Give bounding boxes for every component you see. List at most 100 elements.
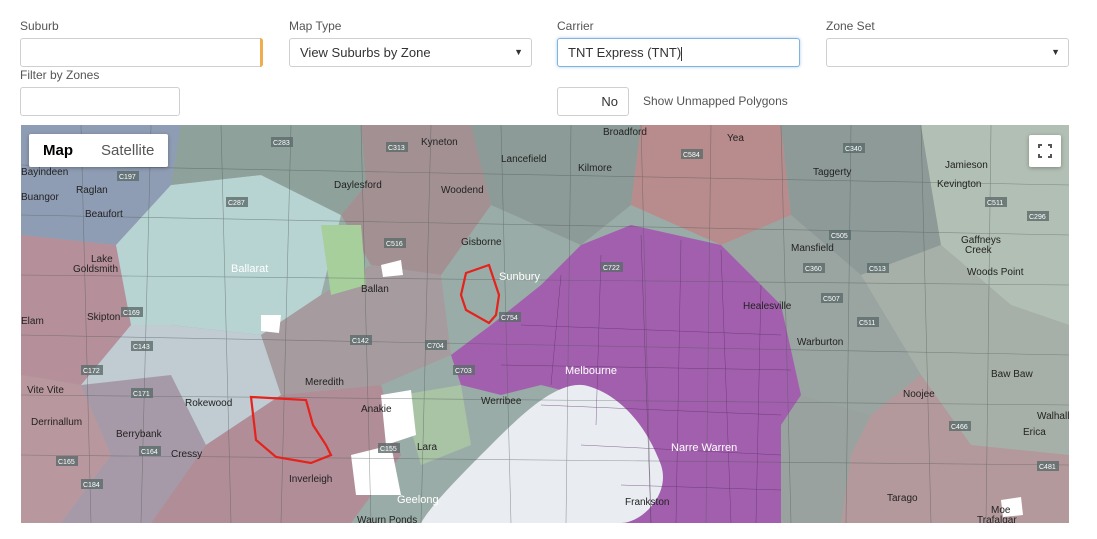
svg-text:Walhalla: Walhalla: [1037, 411, 1069, 422]
svg-text:Woods Point: Woods Point: [967, 267, 1024, 278]
svg-text:Derrinallum: Derrinallum: [31, 417, 82, 428]
svg-text:Buangor: Buangor: [21, 192, 59, 203]
svg-text:Gisborne: Gisborne: [461, 237, 502, 248]
svg-text:C360: C360: [805, 266, 822, 273]
svg-text:Tarago: Tarago: [887, 493, 918, 504]
zone-set-select[interactable]: ▼: [826, 38, 1069, 67]
unmapped-area: [261, 315, 281, 333]
svg-text:Moe: Moe: [991, 505, 1011, 516]
svg-text:Taggerty: Taggerty: [813, 167, 851, 178]
svg-text:Raglan: Raglan: [76, 185, 108, 196]
svg-text:Goldsmith: Goldsmith: [73, 264, 118, 275]
carrier-input[interactable]: TNT Express (TNT): [557, 38, 800, 67]
svg-text:Ballarat: Ballarat: [231, 263, 268, 275]
svg-text:C287: C287: [228, 200, 245, 207]
zone-map[interactable]: C283 C313 C584 C340 C287 C197 C516 C505 …: [21, 125, 1069, 523]
svg-text:Inverleigh: Inverleigh: [289, 474, 332, 485]
svg-text:C164: C164: [141, 449, 158, 456]
svg-text:Werribee: Werribee: [481, 396, 522, 407]
chevron-down-icon: ▼: [514, 47, 523, 57]
svg-text:C169: C169: [123, 310, 140, 317]
svg-text:Daylesford: Daylesford: [334, 180, 382, 191]
svg-text:Baw Baw: Baw Baw: [991, 369, 1033, 380]
unmapped-label: Show Unmapped Polygons: [643, 94, 788, 108]
svg-text:C754: C754: [501, 315, 518, 322]
svg-text:Narre Warren: Narre Warren: [671, 442, 737, 454]
svg-text:C505: C505: [831, 233, 848, 240]
svg-text:C296: C296: [1029, 214, 1046, 221]
svg-text:Melbourne: Melbourne: [565, 365, 617, 377]
svg-text:Skipton: Skipton: [87, 312, 120, 323]
svg-text:Jamieson: Jamieson: [945, 160, 988, 171]
map-button[interactable]: Map: [29, 134, 87, 167]
filter-zones-label: Filter by Zones: [20, 68, 100, 82]
carrier-value: TNT Express (TNT): [568, 45, 682, 60]
map-type-value: View Suburbs by Zone: [300, 45, 431, 60]
svg-text:C511: C511: [859, 320, 875, 327]
svg-text:C283: C283: [273, 140, 290, 147]
svg-text:C481: C481: [1039, 464, 1056, 471]
svg-text:C722: C722: [603, 265, 620, 272]
svg-text:C704: C704: [427, 343, 444, 350]
filter-zones-input[interactable]: [20, 87, 180, 116]
svg-text:C171: C171: [133, 391, 150, 398]
svg-text:C155: C155: [380, 446, 397, 453]
svg-text:Erica: Erica: [1023, 427, 1046, 438]
text-cursor: [681, 46, 683, 61]
svg-text:Yea: Yea: [727, 133, 744, 144]
svg-text:C184: C184: [83, 482, 100, 489]
svg-text:Kilmore: Kilmore: [578, 163, 612, 174]
svg-text:Waurn Ponds: Waurn Ponds: [357, 515, 417, 523]
fullscreen-button[interactable]: [1029, 135, 1061, 167]
svg-text:C507: C507: [823, 296, 840, 303]
svg-text:C340: C340: [845, 146, 862, 153]
svg-text:C584: C584: [683, 152, 700, 159]
svg-text:Lancefield: Lancefield: [501, 154, 547, 165]
svg-text:Kevington: Kevington: [937, 179, 981, 190]
svg-text:Rokewood: Rokewood: [185, 398, 232, 409]
map-type-toggle[interactable]: Map Satellite: [29, 134, 169, 167]
satellite-button[interactable]: Satellite: [87, 134, 168, 167]
svg-text:Geelong: Geelong: [397, 494, 439, 506]
svg-text:C703: C703: [455, 368, 472, 375]
svg-text:Elam: Elam: [21, 316, 44, 327]
svg-text:Beaufort: Beaufort: [85, 209, 123, 220]
unmapped-toggle[interactable]: No: [557, 87, 629, 116]
map-type-select[interactable]: View Suburbs by Zone ▼: [289, 38, 532, 67]
svg-text:C143: C143: [133, 344, 150, 351]
svg-text:Healesville: Healesville: [743, 301, 792, 312]
chevron-down-icon: ▼: [1051, 47, 1060, 57]
svg-text:Noojee: Noojee: [903, 389, 935, 400]
svg-text:C172: C172: [83, 368, 100, 375]
svg-text:Creek: Creek: [965, 245, 993, 256]
fullscreen-icon: [1038, 144, 1052, 158]
svg-text:Kyneton: Kyneton: [421, 137, 458, 148]
svg-text:Warburton: Warburton: [797, 337, 843, 348]
svg-text:Anakie: Anakie: [361, 404, 392, 415]
svg-text:Meredith: Meredith: [305, 377, 344, 388]
suburb-input[interactable]: [20, 38, 263, 67]
svg-text:Trafalgar: Trafalgar: [977, 515, 1017, 523]
svg-text:C313: C313: [388, 145, 405, 152]
unmapped-toggle-value: No: [601, 94, 618, 109]
svg-text:C466: C466: [951, 424, 968, 431]
svg-text:Woodend: Woodend: [441, 185, 484, 196]
carrier-label: Carrier: [557, 19, 594, 33]
svg-text:Lara: Lara: [417, 442, 437, 453]
svg-text:Cressy: Cressy: [171, 449, 202, 460]
map-type-label: Map Type: [289, 19, 342, 33]
input-accent: [260, 38, 263, 67]
svg-text:Broadford: Broadford: [603, 127, 647, 138]
suburb-label: Suburb: [20, 19, 59, 33]
svg-text:Bayindeen: Bayindeen: [21, 167, 68, 178]
svg-text:C513: C513: [869, 266, 886, 273]
svg-text:Berrybank: Berrybank: [116, 429, 163, 440]
map-canvas[interactable]: C283 C313 C584 C340 C287 C197 C516 C505 …: [21, 125, 1069, 523]
svg-text:C197: C197: [119, 174, 136, 181]
svg-text:Mansfield: Mansfield: [791, 243, 834, 254]
svg-text:C516: C516: [386, 241, 403, 248]
zone-set-label: Zone Set: [826, 19, 875, 33]
svg-text:Ballan: Ballan: [361, 284, 389, 295]
svg-text:C165: C165: [58, 459, 75, 466]
svg-text:C142: C142: [352, 338, 369, 345]
